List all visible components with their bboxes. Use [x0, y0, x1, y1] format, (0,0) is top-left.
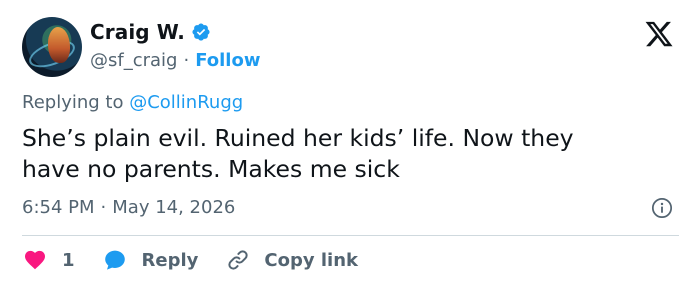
tweet-time[interactable]: 6:54 PM [22, 197, 95, 218]
replying-to-mention[interactable]: @CollinRugg [129, 92, 243, 113]
heart-icon [25, 250, 45, 270]
author-handle[interactable]: @sf_craig [90, 50, 177, 71]
avatar[interactable] [22, 17, 82, 77]
like-count: 1 [62, 249, 75, 271]
author-name[interactable]: Craig W. [90, 20, 185, 44]
like-button[interactable]: 1 [22, 248, 75, 272]
verified-badge-icon [192, 23, 210, 41]
replying-to-line: Replying to @CollinRugg [22, 92, 243, 113]
action-bar: 1 Reply Copy link [22, 246, 358, 274]
reply-button[interactable]: Reply [102, 248, 199, 272]
replying-to-label: Replying to [22, 92, 124, 113]
copy-link-label: Copy link [264, 249, 358, 271]
timestamp-separator: · [100, 197, 107, 218]
x-logo-icon[interactable] [644, 19, 674, 49]
author-name-row: Craig W. [90, 19, 211, 45]
follow-button[interactable]: Follow [195, 50, 260, 71]
reply-label: Reply [141, 249, 199, 271]
link-icon [228, 250, 249, 270]
handle-separator: · [183, 49, 190, 71]
reply-bubble-icon [104, 250, 125, 270]
author-handle-row: @sf_craig · Follow [90, 48, 260, 72]
tweet-timestamp[interactable]: 6:54 PM · May 14, 2026 [22, 197, 235, 218]
info-icon[interactable] [651, 197, 673, 219]
avatar-figure-shape [48, 27, 70, 63]
tweet-text: She’s plain evil. Ruined her kids’ life.… [22, 124, 574, 183]
copy-link-button[interactable]: Copy link [226, 248, 358, 272]
tweet-date[interactable]: May 14, 2026 [112, 197, 235, 218]
divider [22, 235, 679, 236]
